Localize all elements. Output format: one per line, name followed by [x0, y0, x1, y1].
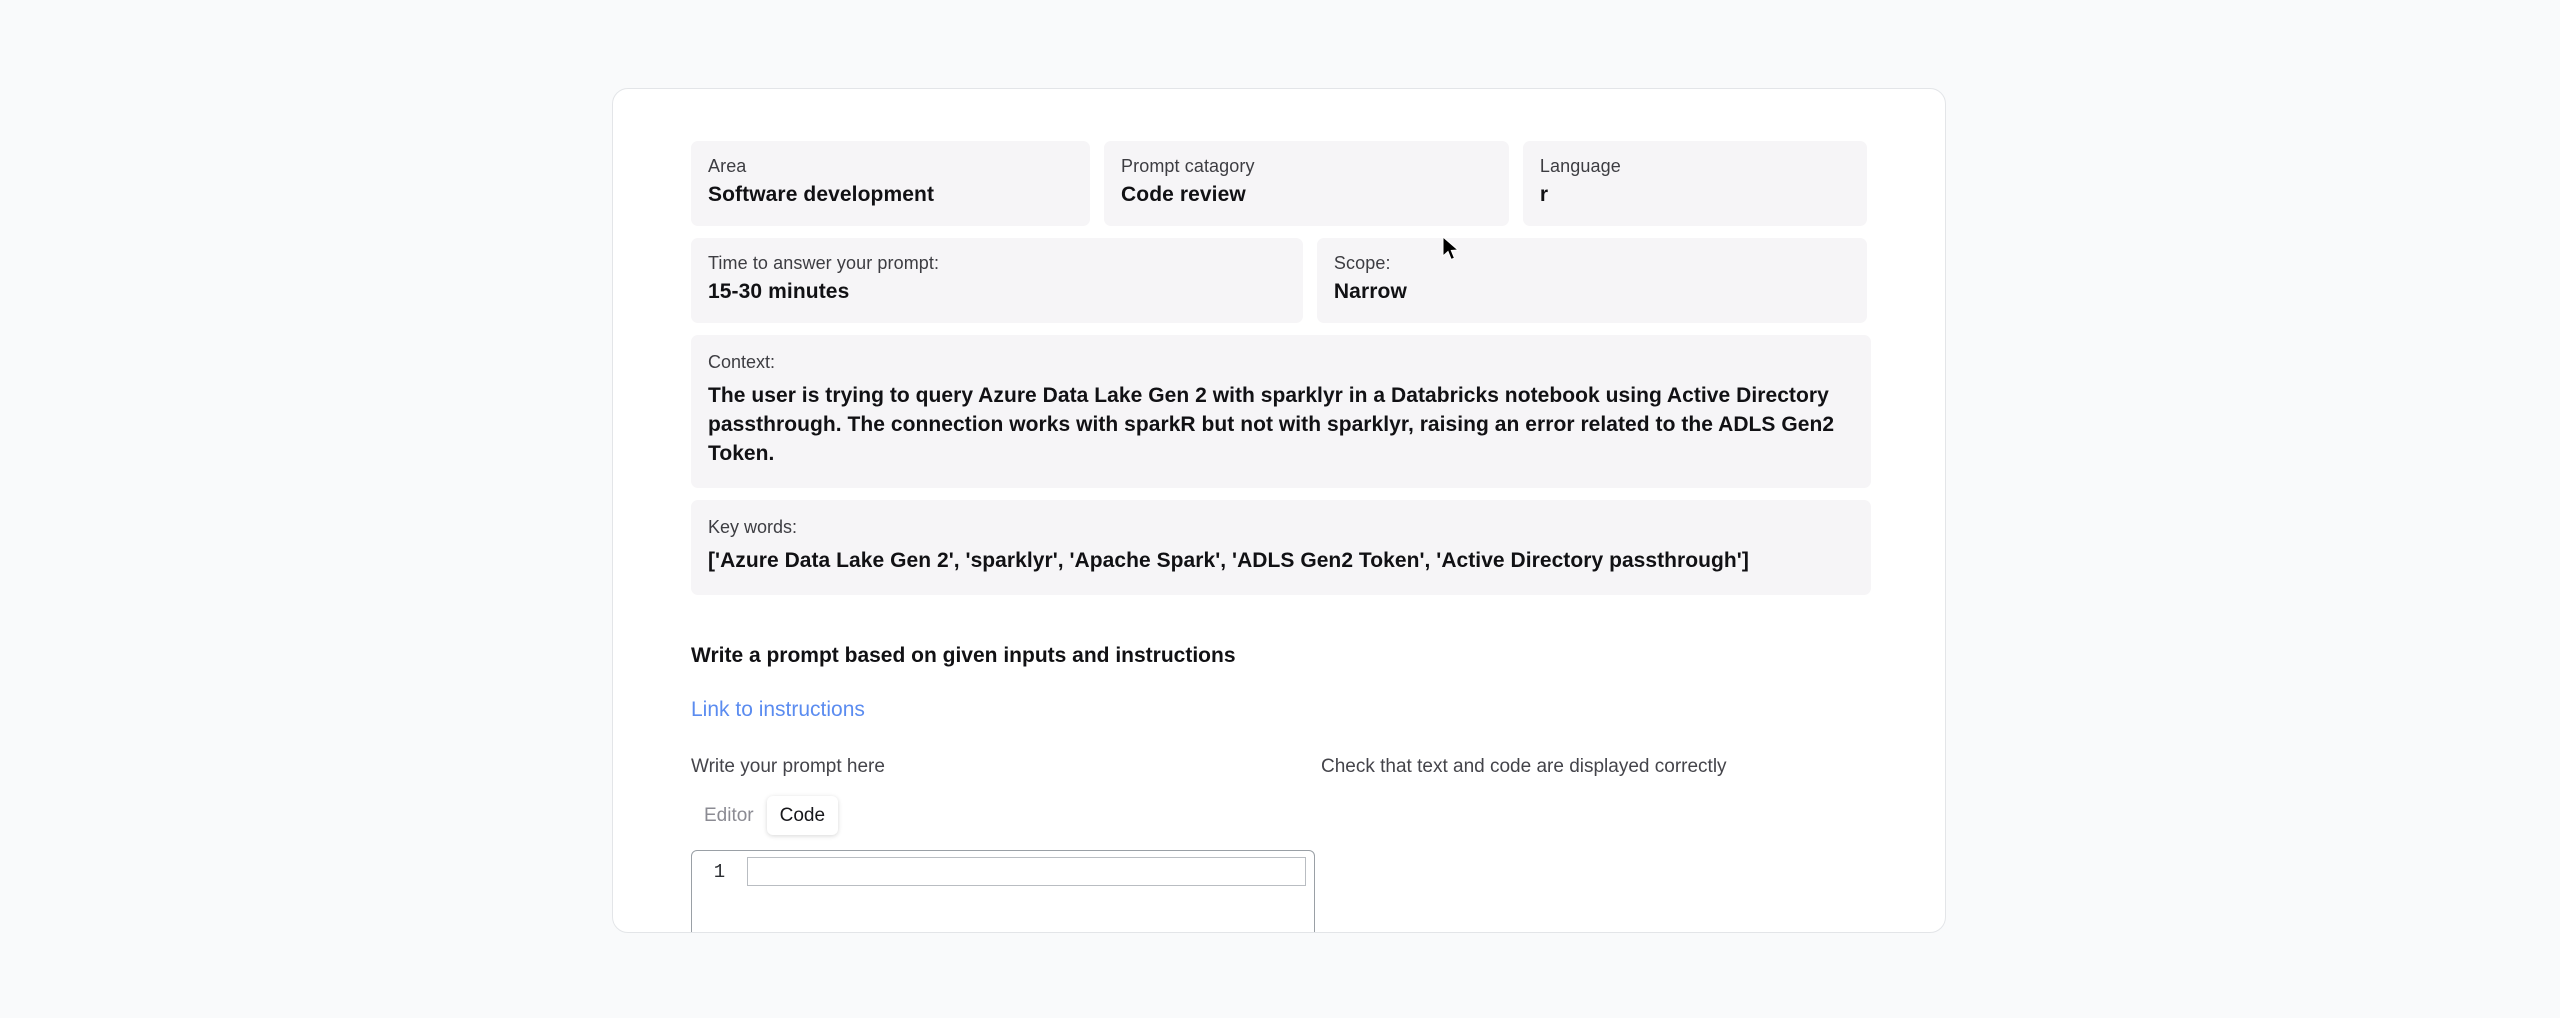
code-editor[interactable]: 1 [691, 850, 1315, 932]
field-row-primary: Area Software development Prompt catagor… [691, 141, 1867, 226]
code-editor-text-area[interactable] [747, 851, 1314, 932]
editor-header: Write your prompt here Check that text a… [691, 755, 1867, 778]
field-context-value: The user is trying to query Azure Data L… [708, 384, 1835, 465]
tab-code[interactable]: Code [766, 796, 839, 835]
field-scope-value: Narrow [1333, 280, 1407, 303]
line-number: 1 [713, 861, 726, 883]
field-time-to-answer: Time to answer your prompt: 15-30 minute… [691, 238, 1303, 323]
editor-header-right: Check that text and code are displayed c… [1321, 755, 1867, 778]
code-editor-input-line[interactable] [747, 857, 1306, 886]
field-row-secondary: Time to answer your prompt: 15-30 minute… [691, 238, 1867, 323]
field-prompt-category-value: Code review [1121, 183, 1246, 206]
editor-header-left: Write your prompt here [691, 755, 1321, 778]
field-time-to-answer-value: 15-30 minutes [708, 280, 850, 303]
code-editor-gutter: 1 [692, 851, 747, 932]
field-prompt-category-label: Prompt catagory [1121, 156, 1255, 176]
field-keywords: Key words: ['Azure Data Lake Gen 2', 'sp… [691, 500, 1871, 595]
field-language-value: r [1539, 183, 1549, 206]
field-context-label: Context: [708, 352, 776, 372]
field-keywords-value: ['Azure Data Lake Gen 2', 'sparklyr', 'A… [708, 549, 1749, 572]
field-scope-label: Scope: [1333, 253, 1391, 273]
field-area-value: Software development [708, 183, 935, 206]
field-language: Language r [1522, 141, 1867, 226]
field-time-to-answer-label: Time to answer your prompt: [708, 253, 940, 273]
write-prompt-label: Write your prompt here [691, 756, 885, 777]
task-card: Area Software development Prompt catagor… [612, 88, 1946, 933]
field-context: Context: The user is trying to query Azu… [691, 335, 1871, 488]
field-language-label: Language [1539, 156, 1621, 176]
field-scope: Scope: Narrow [1316, 238, 1867, 323]
field-keywords-label: Key words: [708, 517, 798, 537]
tab-editor[interactable]: Editor [691, 796, 767, 835]
field-area: Area Software development [691, 141, 1091, 226]
instructions-link[interactable]: Link to instructions [691, 697, 865, 723]
task-card-content: Area Software development Prompt catagor… [613, 89, 1945, 932]
field-prompt-category: Prompt catagory Code review [1104, 141, 1509, 226]
check-display-label: Check that text and code are displayed c… [1321, 756, 1727, 777]
field-area-label: Area [708, 156, 747, 176]
instructions-heading: Write a prompt based on given inputs and… [691, 644, 1236, 667]
editor-tabs: Editor Code [691, 796, 1867, 836]
